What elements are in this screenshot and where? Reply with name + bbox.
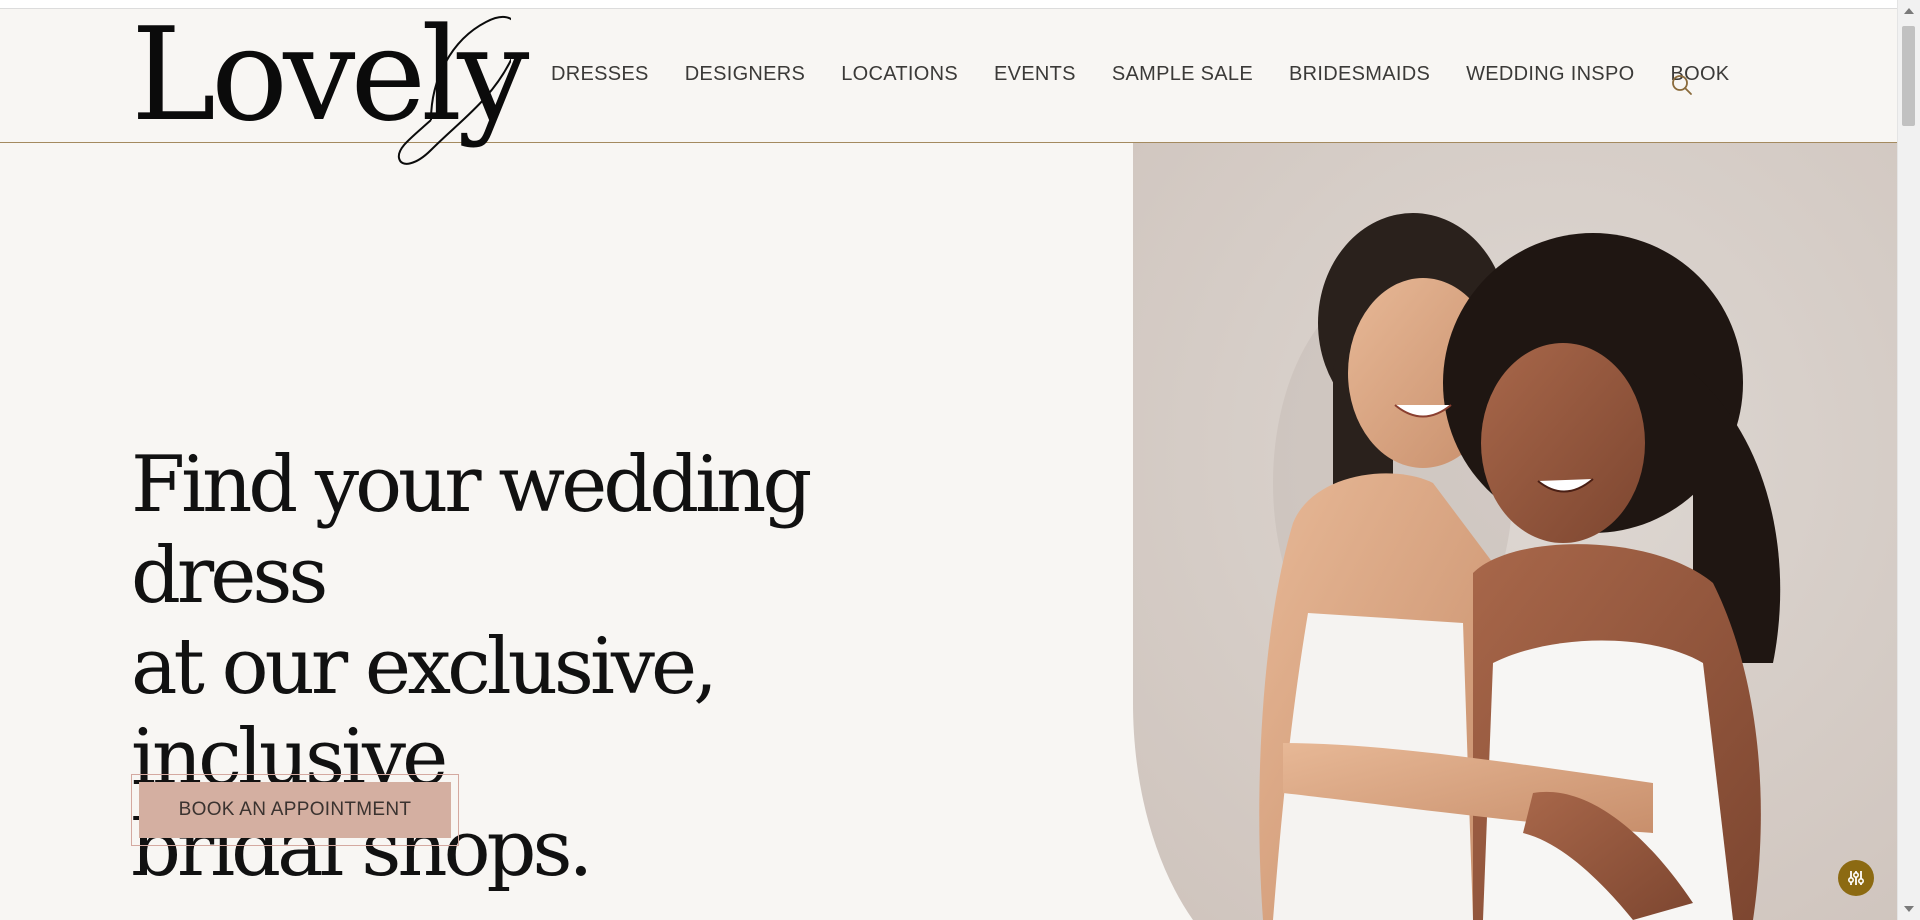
accessibility-button[interactable] xyxy=(1838,860,1874,896)
scroll-up-arrow[interactable] xyxy=(1904,8,1914,14)
search-button[interactable] xyxy=(1670,73,1694,97)
main-nav: DRESSES DESIGNERS LOCATIONS EVENTS SAMPL… xyxy=(551,63,1729,86)
scrollbar-thumb[interactable] xyxy=(1902,26,1915,126)
hero-headline-line-1: Find your wedding dress xyxy=(131,440,812,621)
nav-item-wedding-inspo[interactable]: WEDDING INSPO xyxy=(1466,63,1634,86)
search-icon xyxy=(1672,75,1692,95)
scroll-down-arrow[interactable] xyxy=(1904,906,1914,912)
book-appointment-button[interactable]: BOOK AN APPOINTMENT xyxy=(139,782,451,838)
cta-frame: BOOK AN APPOINTMENT xyxy=(131,774,459,846)
nav-item-locations[interactable]: LOCATIONS xyxy=(841,63,958,86)
nav-item-events[interactable]: EVENTS xyxy=(994,63,1076,86)
hero-photo xyxy=(1133,143,1898,920)
nav-item-designers[interactable]: DESIGNERS xyxy=(685,63,806,86)
sliders-icon xyxy=(1847,871,1865,885)
logo-flourish xyxy=(397,15,511,165)
nav-item-dresses[interactable]: DRESSES xyxy=(551,63,649,86)
nav-item-sample-sale[interactable]: SAMPLE SALE xyxy=(1112,63,1253,86)
nav-item-bridesmaids[interactable]: BRIDESMAIDS xyxy=(1289,63,1430,86)
brand-logo[interactable]: Lovely xyxy=(131,0,529,165)
page-scrollbar[interactable] xyxy=(1897,0,1920,920)
